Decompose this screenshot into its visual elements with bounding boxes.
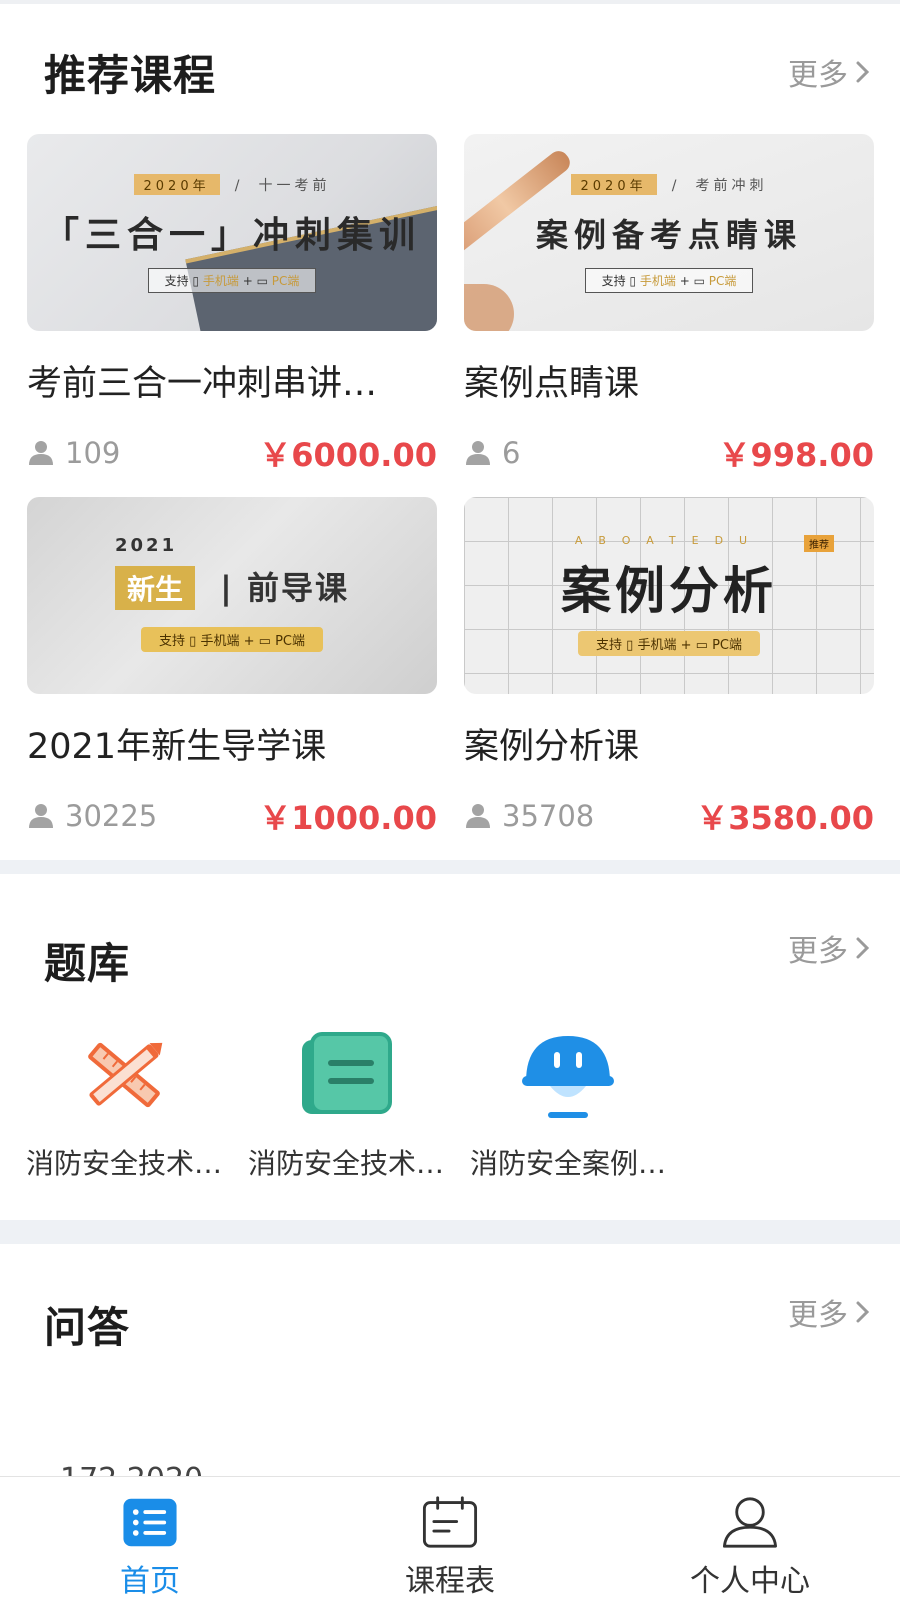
year-pill: 2020年 (570, 174, 657, 195)
nav-label: 课程表 (405, 1564, 495, 1599)
section-title: 题库 (44, 938, 131, 988)
recommended-header: 推荐课程 更多 (0, 4, 900, 134)
question-bank-item[interactable]: 消防安全技术综合 (248, 1030, 470, 1182)
thumb-headline: 「三合一」冲刺集训 (42, 215, 421, 256)
chevron-right-icon (856, 61, 870, 83)
course-price: ￥6000.00 (259, 436, 437, 474)
section-title: 问答 (44, 1302, 131, 1352)
robot-icon (522, 1036, 614, 1118)
course-grid: 2020年 / 十一考前 「三合一」冲刺集训 支持 ▯ 手机端 + ▭ PC端 … (0, 134, 900, 860)
support-box: 支持 ▯ 手机端 + ▭ PC端 (141, 627, 323, 652)
course-title: 考前三合一冲刺串讲… (27, 364, 378, 404)
course-meta: 109 ￥6000.00 (27, 433, 437, 474)
more-link[interactable]: 更多 (788, 1290, 872, 1334)
support-box: 支持 ▯ 手机端 + ▭ PC端 (584, 268, 754, 293)
ruler-pencil-icon (88, 1042, 163, 1108)
course-thumbnail: 2021 新生 | 前导课 支持 ▯ 手机端 + ▭ PC端 (27, 497, 437, 694)
course-card[interactable]: 2020年 / 考前冲刺 案例备考点睛课 支持 ▯ 手机端 + ▭ PC端 案例… (464, 134, 874, 497)
nav-label: 首页 (120, 1564, 180, 1599)
nav-profile[interactable]: 个人中心 (600, 1477, 900, 1600)
course-price: ￥1000.00 (259, 799, 437, 837)
more-label: 更多 (788, 1298, 848, 1333)
course-title: 案例点睛课 (464, 364, 640, 404)
course-price: ￥3580.00 (696, 799, 874, 837)
question-bank-label: 消防安全技术实务 (26, 1147, 231, 1180)
student-count: 109 (65, 436, 121, 470)
person-icon (29, 441, 53, 465)
schedule-icon (422, 1496, 478, 1548)
support-box: 支持 ▯ 手机端 + ▭ PC端 (578, 631, 760, 656)
question-bank-header: 题库 更多 (0, 874, 900, 1040)
course-card[interactable]: 2020年 / 十一考前 「三合一」冲刺集训 支持 ▯ 手机端 + ▭ PC端 … (27, 134, 437, 497)
course-meta: 35708 ￥3580.00 (464, 796, 874, 837)
student-count: 35708 (502, 799, 595, 833)
person-icon (29, 804, 53, 828)
course-title: 2021年新生导学课 (27, 727, 327, 767)
thumb-headline: | 前导课 (220, 569, 349, 607)
more-label: 更多 (788, 58, 848, 93)
recommend-badge: 推荐 (804, 535, 834, 552)
student-count: 30225 (65, 799, 158, 833)
user-icon (722, 1497, 778, 1548)
chevron-right-icon (856, 937, 870, 959)
course-meta: 30225 ￥1000.00 (27, 796, 437, 837)
thumb-year: 2021 (115, 535, 178, 556)
thumb-headline: 案例备考点睛课 (535, 216, 802, 254)
more-link[interactable]: 更多 (788, 50, 872, 94)
chevron-right-icon (856, 1301, 870, 1323)
course-thumbnail: ABOATEDU 推荐 案例分析 支持 ▯ 手机端 + ▭ PC端 (464, 497, 874, 694)
more-link[interactable]: 更多 (788, 926, 872, 970)
course-thumbnail: 2020年 / 十一考前 「三合一」冲刺集训 支持 ▯ 手机端 + ▭ PC端 (27, 134, 437, 331)
year-pill: 2020年 (133, 174, 220, 195)
bottom-nav: 首页 课程表 个人中心 (0, 1476, 900, 1600)
thumb-sub: 十一考前 (258, 178, 331, 194)
question-bank-label: 消防安全案例分析 (470, 1147, 675, 1180)
question-bank-item[interactable]: 消防安全案例分析 (470, 1030, 692, 1182)
question-bank-section: 题库 更多 消防安全技术实务 消防安全技术综合 消防安全案例分析 (0, 874, 900, 1220)
recommended-section: 推荐课程 更多 2020年 / 十一考前 「三合一」冲刺集训 支持 ▯ 手机端 … (0, 4, 900, 860)
nav-schedule[interactable]: 课程表 (300, 1477, 600, 1600)
person-icon (466, 441, 490, 465)
qa-section: 问答 更多 (0, 1244, 900, 1444)
course-price: ￥998.00 (718, 436, 875, 474)
thumb-brand: ABOATEDU (574, 534, 764, 547)
question-bank-list: 消防安全技术实务 消防安全技术综合 消防安全案例分析 (0, 1030, 900, 1182)
question-bank-item[interactable]: 消防安全技术实务 (26, 1030, 248, 1182)
qa-header: 问答 更多 (0, 1244, 900, 1394)
more-label: 更多 (788, 934, 848, 969)
course-title: 案例分析课 (464, 727, 640, 767)
course-meta: 6 ￥998.00 (464, 433, 875, 474)
home-list-icon (123, 1498, 177, 1547)
nav-home[interactable]: 首页 (0, 1477, 300, 1600)
thumb-headline: 案例分析 (561, 562, 777, 620)
nav-label: 个人中心 (690, 1564, 810, 1599)
student-count: 6 (502, 436, 521, 470)
book-icon (302, 1032, 392, 1114)
course-thumbnail: 2020年 / 考前冲刺 案例备考点睛课 支持 ▯ 手机端 + ▭ PC端 (464, 134, 874, 331)
question-bank-label: 消防安全技术综合 (248, 1147, 453, 1180)
new-student-tag: 新生 (115, 566, 196, 610)
support-box: 支持 ▯ 手机端 + ▭ PC端 (147, 268, 317, 293)
course-card[interactable]: ABOATEDU 推荐 案例分析 支持 ▯ 手机端 + ▭ PC端 案例分析课 (464, 497, 874, 860)
person-icon (466, 804, 490, 828)
thumb-sub: 考前冲刺 (695, 178, 768, 194)
section-divider (0, 1220, 900, 1244)
section-title: 推荐课程 (44, 50, 217, 100)
course-card[interactable]: 2021 新生 | 前导课 支持 ▯ 手机端 + ▭ PC端 2021年新生导学… (27, 497, 437, 860)
